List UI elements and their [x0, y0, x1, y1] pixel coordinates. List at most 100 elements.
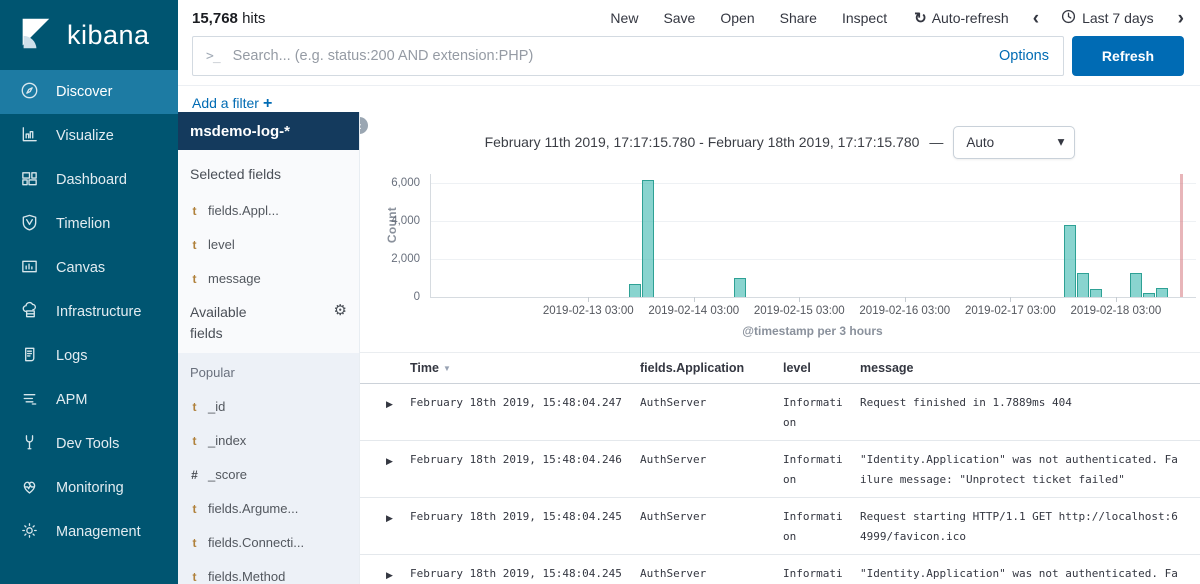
column-header-fields-application[interactable]: fields.Application: [640, 361, 783, 375]
histogram-bar[interactable]: [642, 180, 654, 297]
cell-application: AuthServer: [640, 498, 783, 554]
field-type-icon: t: [190, 238, 199, 252]
histogram-chart[interactable]: Count @timestamp per 3 hours 02,0004,000…: [360, 166, 1200, 338]
clock-icon: [1061, 9, 1076, 27]
field-item-fieldsargume[interactable]: t fields.Argume...: [190, 501, 347, 516]
histogram-bar[interactable]: [629, 284, 641, 297]
sidebar-item-infrastructure[interactable]: Infrastructure: [0, 290, 178, 334]
histogram-bar[interactable]: [1143, 293, 1155, 297]
sidebar-item-dev-tools[interactable]: Dev Tools: [0, 422, 178, 466]
compass-icon: [20, 81, 39, 104]
refresh-button[interactable]: Refresh: [1072, 36, 1184, 76]
canvas-icon: [20, 257, 39, 280]
auto-refresh-icon: ↻: [914, 9, 927, 27]
field-type-icon: t: [190, 570, 199, 584]
current-time-marker: [1180, 174, 1183, 297]
cell-message: Request starting HTTP/1.1 GET http://loc…: [860, 498, 1200, 554]
y-gridline: [431, 183, 1196, 184]
top-menu: New Save Open Share Inspect: [585, 10, 887, 26]
column-header-time[interactable]: Time▼: [410, 361, 640, 375]
time-forward-button[interactable]: ›: [1178, 9, 1184, 28]
field-type-icon: t: [190, 536, 199, 550]
sidebar-item-apm[interactable]: APM: [0, 378, 178, 422]
field-item-_index[interactable]: t _index: [190, 433, 347, 448]
time-range-button[interactable]: Last 7 days: [1061, 9, 1154, 27]
field-item-fieldsappl[interactable]: t fields.Appl...: [190, 203, 347, 218]
histogram-plot-area[interactable]: [430, 174, 1196, 298]
menu-item-save[interactable]: Save: [663, 10, 695, 26]
y-tick-label: 4,000: [360, 215, 420, 227]
monitoring-icon: [20, 477, 39, 500]
search-box[interactable]: >_ Options: [192, 36, 1064, 76]
table-row: ▶ February 18th 2019, 15:48:04.245 AuthS…: [360, 555, 1200, 584]
column-header-message[interactable]: message: [860, 361, 1200, 375]
expand-row-icon[interactable]: ▶: [360, 441, 410, 497]
histogram-bar[interactable]: [1156, 288, 1168, 297]
histogram-bar[interactable]: [1077, 273, 1089, 297]
sidebar-item-visualize[interactable]: Visualize: [0, 114, 178, 158]
menu-item-new[interactable]: New: [610, 10, 638, 26]
expand-row-icon[interactable]: ▶: [360, 384, 410, 440]
sidebar-item-timelion[interactable]: Timelion: [0, 202, 178, 246]
field-settings-gear-icon[interactable]: ⚙: [334, 302, 347, 343]
auto-refresh-button[interactable]: ↻ Auto-refresh: [914, 9, 1009, 27]
sidebar-item-dashboard[interactable]: Dashboard: [0, 158, 178, 202]
caret-down-icon: ▾: [1058, 134, 1065, 150]
y-tick-label: 2,000: [360, 253, 420, 265]
field-panel: msdemo-log-* Selected fields t fields.Ap…: [178, 112, 360, 584]
field-type-icon: t: [190, 502, 199, 516]
field-item-message[interactable]: t message: [190, 271, 347, 286]
discover-main: ‹ February 11th 2019, 17:17:15.780 - Feb…: [360, 112, 1200, 584]
sidebar-item-monitoring[interactable]: Monitoring: [0, 466, 178, 510]
search-input[interactable]: [231, 47, 988, 65]
field-item-fieldsmethod[interactable]: t fields.Method: [190, 569, 347, 584]
x-tick-mark: [799, 297, 800, 302]
available-fields-label: Available fields: [190, 302, 274, 343]
kibana-logo[interactable]: kibana: [0, 0, 178, 70]
document-table: Time▼fields.Applicationlevelmessage ▶ Fe…: [360, 352, 1200, 584]
sidebar-item-logs[interactable]: Logs: [0, 334, 178, 378]
field-item-fieldsconnecti[interactable]: t fields.Connecti...: [190, 535, 347, 550]
menu-item-inspect[interactable]: Inspect: [842, 10, 887, 26]
logs-icon: [20, 345, 39, 368]
menu-item-share[interactable]: Share: [780, 10, 817, 26]
timelion-icon: [20, 213, 39, 236]
field-type-icon: t: [190, 434, 199, 448]
hits-count: 15,768 hits: [192, 10, 265, 27]
histogram-bar[interactable]: [1090, 289, 1102, 298]
search-section: >_ Options Refresh: [178, 32, 1200, 86]
table-header-row: Time▼fields.Applicationlevelmessage: [360, 352, 1200, 384]
x-tick-label: 2019-02-13 03:00: [528, 305, 648, 317]
expand-row-icon[interactable]: ▶: [360, 498, 410, 554]
header-expand-spacer: [360, 361, 410, 375]
cell-level: Information: [783, 555, 860, 584]
field-item-_score[interactable]: # _score: [190, 467, 347, 482]
index-pattern-selector[interactable]: msdemo-log-*: [178, 112, 359, 150]
x-tick-label: 2019-02-15 03:00: [739, 305, 859, 317]
interval-select[interactable]: Auto ▾: [953, 126, 1075, 159]
cell-level: Information: [783, 441, 860, 497]
histogram-bar[interactable]: [1130, 273, 1142, 297]
cell-message: Request finished in 1.7889ms 404: [860, 384, 1200, 440]
chart-date-range-dash: —: [929, 134, 943, 150]
sidebar-item-discover[interactable]: Discover: [0, 70, 178, 114]
field-item-_id[interactable]: t _id: [190, 399, 347, 414]
time-back-button[interactable]: ‹: [1033, 9, 1039, 28]
cell-application: AuthServer: [640, 441, 783, 497]
x-tick-label: 2019-02-16 03:00: [845, 305, 965, 317]
sidebar-item-canvas[interactable]: Canvas: [0, 246, 178, 290]
histogram-bar[interactable]: [734, 278, 746, 297]
dev-tools-icon: [20, 433, 39, 456]
sidebar-item-management[interactable]: Management: [0, 510, 178, 554]
x-tick-label: 2019-02-14 03:00: [634, 305, 754, 317]
column-header-level[interactable]: level: [783, 361, 860, 375]
field-item-level[interactable]: t level: [190, 237, 347, 252]
menu-item-open[interactable]: Open: [720, 10, 754, 26]
expand-row-icon[interactable]: ▶: [360, 555, 410, 584]
cell-time: February 18th 2019, 15:48:04.246: [410, 441, 640, 497]
add-filter-button[interactable]: Add a filter+: [192, 95, 272, 113]
options-link[interactable]: Options: [999, 48, 1049, 64]
x-tick-mark: [1116, 297, 1117, 302]
y-tick-label: 0: [360, 291, 420, 303]
histogram-bar[interactable]: [1064, 225, 1076, 297]
